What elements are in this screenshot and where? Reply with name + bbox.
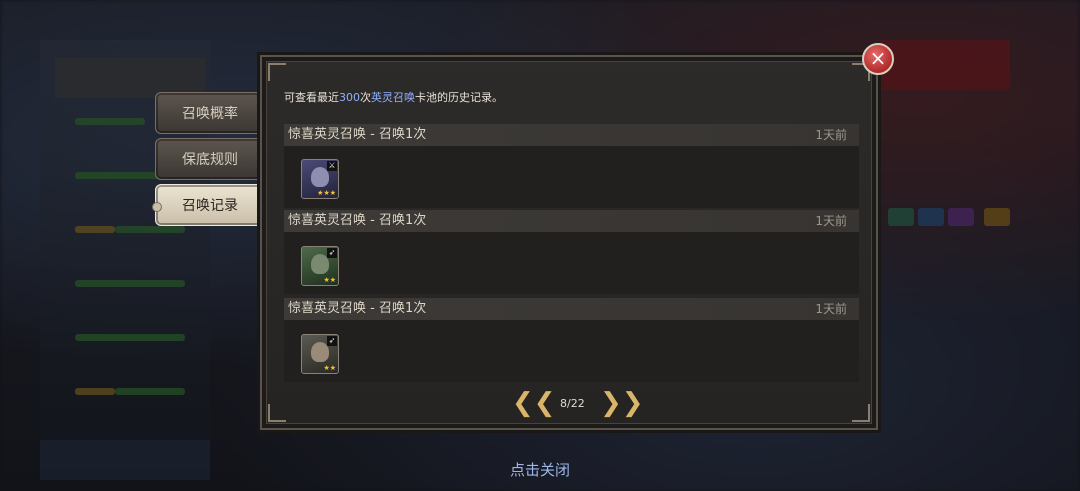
page-indicator: 8/22 <box>560 397 585 410</box>
record-header: 惊喜英灵召唤 - 召唤1次 1天前 <box>284 298 859 320</box>
record-time: 1天前 <box>815 214 847 228</box>
notice-count: 300 <box>339 91 360 104</box>
hooded-mage-portrait-icon[interactable]: ⚔ ★★★ <box>301 159 339 199</box>
pagination: ❮❮ 8/22 ❯❯ <box>500 390 644 418</box>
tab-label: 保底规则 <box>182 152 238 168</box>
record-time: 1天前 <box>815 128 847 142</box>
panel-corner-ornament <box>852 404 870 422</box>
close-icon[interactable]: × <box>862 43 894 75</box>
masked-rogue-portrait-icon[interactable]: ➶ ★★ <box>301 334 339 374</box>
history-notice: 可查看最近300次英灵召唤卡池的历史记录。 <box>284 89 503 105</box>
record-title: 惊喜英灵召唤 - 召唤1次 <box>288 213 427 228</box>
record-header: 惊喜英灵召唤 - 召唤1次 1天前 <box>284 210 859 232</box>
record-title: 惊喜英灵召唤 - 召唤1次 <box>288 127 427 142</box>
record-header: 惊喜英灵召唤 - 召唤1次 1天前 <box>284 124 859 146</box>
hero-stars: ★★ <box>323 276 336 284</box>
class-bow-icon: ➶ <box>327 336 337 346</box>
notice-text: 次 <box>360 91 371 104</box>
tab-pity-rules[interactable]: 保底规则 <box>155 138 267 180</box>
panel-corner-ornament <box>268 404 286 422</box>
tab-label: 召唤记录 <box>182 198 238 214</box>
record-time: 1天前 <box>815 302 847 316</box>
tab-summon-history[interactable]: 召唤记录 <box>152 184 267 226</box>
notice-pool-name: 英灵召唤 <box>371 91 415 104</box>
notice-text: 卡池的历史记录。 <box>415 91 503 104</box>
active-tab-knob <box>152 202 162 212</box>
green-hooded-archer-portrait-icon[interactable]: ➶ ★★ <box>301 246 339 286</box>
class-sword-icon: ⚔ <box>327 161 337 171</box>
record-body <box>284 232 859 294</box>
notice-text: 可查看最近 <box>284 91 339 104</box>
next-page-icon[interactable]: ❯❯ <box>600 390 644 416</box>
class-bow-icon: ➶ <box>327 248 337 258</box>
prev-page-icon[interactable]: ❮❮ <box>512 390 556 416</box>
record-body <box>284 320 859 382</box>
tab-summon-rates[interactable]: 召唤概率 <box>155 92 267 134</box>
tab-label: 召唤概率 <box>182 106 238 122</box>
record-title: 惊喜英灵召唤 - 召唤1次 <box>288 301 427 316</box>
hero-stars: ★★★ <box>317 189 336 197</box>
panel-corner-ornament <box>268 63 286 81</box>
tap-to-close-label[interactable]: 点击关闭 <box>0 459 1080 480</box>
hero-stars: ★★ <box>323 364 336 372</box>
record-body <box>284 146 859 208</box>
